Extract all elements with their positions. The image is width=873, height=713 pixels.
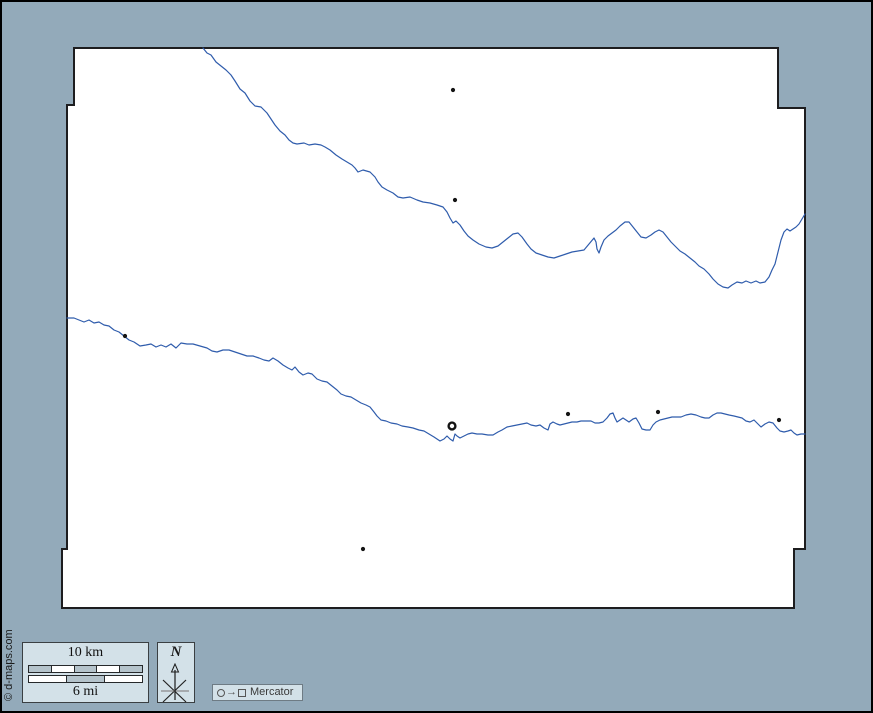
scale-bar-mi	[28, 675, 143, 683]
county-seat-marker	[449, 423, 456, 430]
city-dot	[656, 410, 660, 414]
projection-label: Mercator	[250, 685, 293, 700]
scale-segment	[29, 676, 66, 682]
scale-segment	[51, 666, 74, 672]
north-label: N	[158, 644, 194, 661]
county-map	[0, 0, 873, 713]
map-stage: 10 km 6 mi N → Mercator © d-maps.com	[0, 0, 873, 713]
scale-bar-km	[28, 665, 143, 673]
square-glyph	[238, 689, 246, 697]
scale-mi-label: 6 mi	[23, 683, 148, 701]
county-outline	[62, 48, 805, 608]
projection-badge: → Mercator	[212, 684, 303, 701]
compass: N	[157, 642, 195, 703]
compass-rose-icon	[158, 663, 196, 704]
city-dot	[453, 198, 457, 202]
circle-glyph	[217, 689, 225, 697]
scale-bar: 10 km 6 mi	[22, 642, 149, 703]
scale-segment	[74, 666, 97, 672]
scale-segment	[119, 666, 142, 672]
scale-segment	[96, 666, 119, 672]
scale-segment	[104, 676, 142, 682]
arrow-glyph: →	[226, 685, 237, 700]
city-dot	[566, 412, 570, 416]
scale-segment	[29, 666, 51, 672]
city-dot	[361, 547, 365, 551]
scale-km-label: 10 km	[23, 644, 148, 662]
city-dot	[451, 88, 455, 92]
credit-text: © d-maps.com	[3, 629, 15, 701]
city-dot	[123, 334, 127, 338]
city-dot	[777, 418, 781, 422]
scale-segment	[66, 676, 104, 682]
